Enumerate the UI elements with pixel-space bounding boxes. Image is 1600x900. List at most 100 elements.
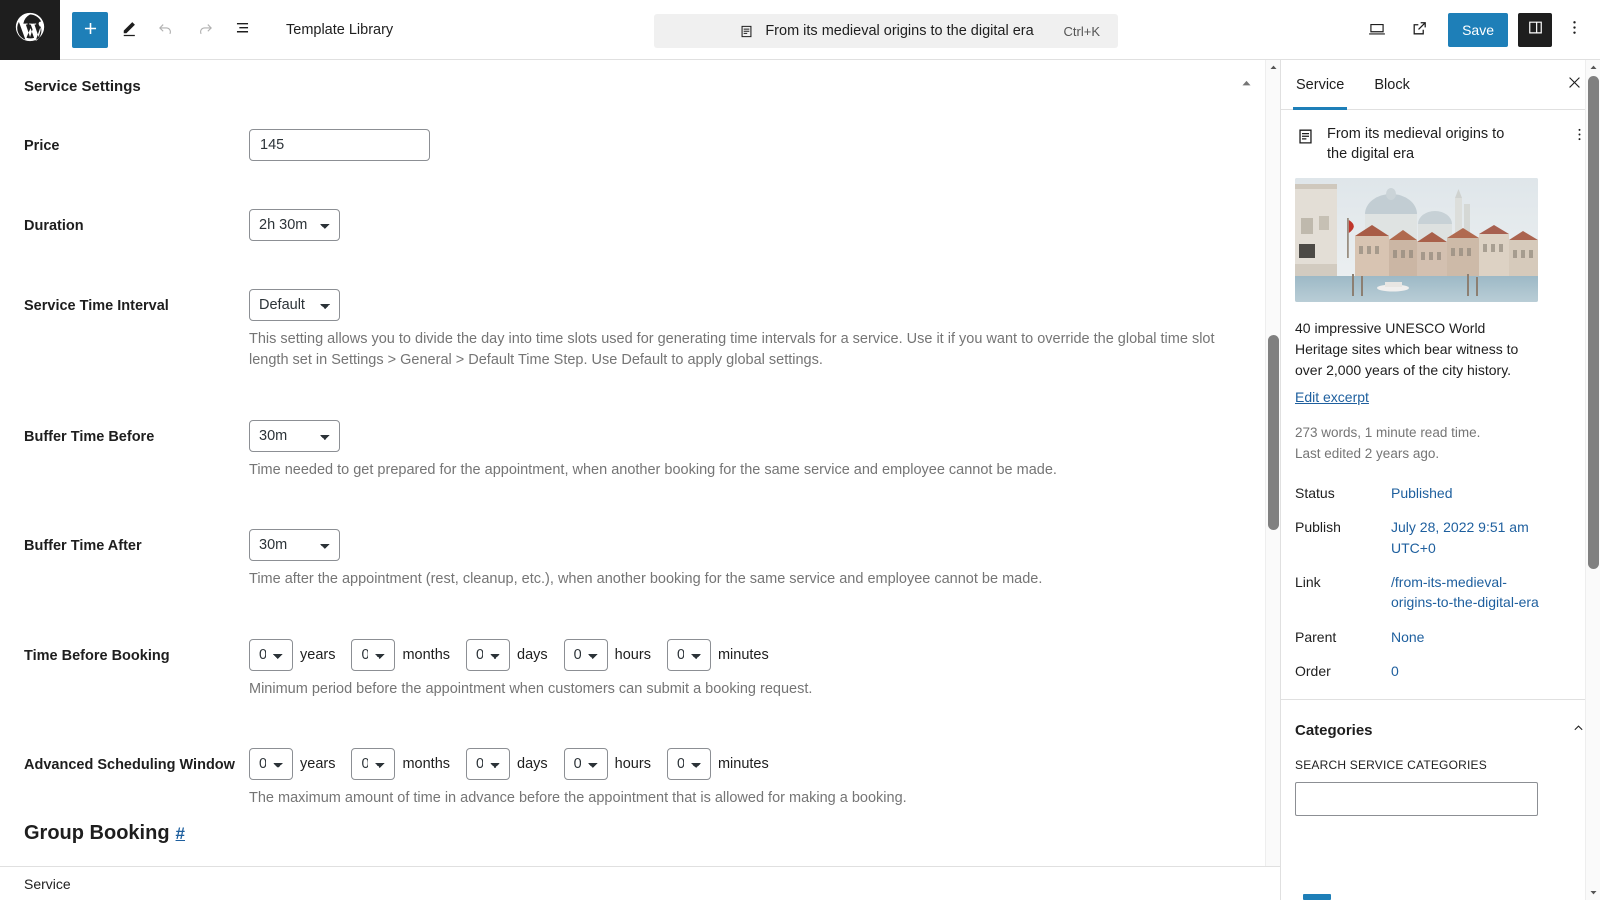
sidebar-tabs: Service Block (1281, 60, 1600, 110)
content-scrollbar[interactable] (1265, 60, 1280, 900)
top-toolbar: Template Library From its medieval origi… (0, 0, 1600, 60)
settings-sidebar-toggle[interactable] (1518, 13, 1552, 47)
redo-icon (195, 19, 214, 41)
time-before-booking-minutes-select[interactable]: 0 (666, 638, 711, 671)
plus-icon (81, 19, 100, 41)
field-duration: Duration 2h 30m (24, 209, 1240, 241)
wordpress-logo-button[interactable] (0, 0, 60, 60)
tab-service-label: Service (1296, 76, 1345, 93)
edit-excerpt-link[interactable]: Edit excerpt (1295, 389, 1369, 405)
time-before-booking-days-select[interactable]: 0 (466, 638, 511, 671)
field-label-service-time-interval: Service Time Interval (24, 298, 169, 314)
tab-block[interactable]: Block (1359, 60, 1424, 110)
categories-search-input[interactable] (1295, 782, 1538, 817)
time-before-booking-months-select[interactable]: 0 (351, 638, 396, 671)
buffer-time-after-select[interactable]: 30m (249, 529, 340, 562)
meta-label-status: Status (1295, 485, 1335, 502)
group-booking-anchor-link[interactable]: # (176, 824, 185, 844)
scroll-up-button[interactable] (1266, 60, 1280, 75)
undo-button[interactable] (148, 12, 184, 48)
meta-value-order[interactable]: 0 (1391, 661, 1541, 681)
chevron-up-icon[interactable] (1571, 720, 1586, 740)
field-label-duration: Duration (24, 218, 84, 234)
meta-row-order: Order 0 (1295, 661, 1586, 681)
preview-device-button[interactable] (1358, 11, 1396, 49)
redo-button[interactable] (186, 12, 222, 48)
categories-list-indicator (1303, 894, 1331, 900)
section-title: Service Settings (24, 78, 141, 95)
meta-row-status: Status Published (1295, 483, 1586, 503)
list-view-button[interactable] (224, 12, 260, 48)
advanced-scheduling-days-select[interactable]: 0 (466, 748, 511, 781)
field-label-advanced-scheduling-window: Advanced Scheduling Window (24, 757, 235, 774)
kebab-menu-icon (1565, 18, 1584, 42)
command-bar-text: From its medieval origins to the digital… (765, 23, 1034, 39)
meta-label-order: Order (1295, 662, 1331, 679)
status-bar-breadcrumb[interactable]: Service (24, 876, 71, 892)
field-label-buffer-time-before: Buffer Time Before (24, 428, 155, 445)
meta-value-status[interactable]: Published (1391, 483, 1541, 503)
field-label-buffer-time-after: Buffer Time After (24, 538, 142, 555)
group-booking-heading-text: Group Booking (24, 821, 170, 844)
unit-minutes: minutes (717, 646, 769, 663)
field-advanced-scheduling-window: Advanced Scheduling Window 0 years 0 mon… (24, 748, 1240, 809)
scrollbar-thumb[interactable] (1268, 335, 1279, 530)
unit-minutes: minutes (717, 756, 769, 773)
time-before-booking-hours-select[interactable]: 0 (563, 638, 608, 671)
unit-months: months (402, 646, 451, 663)
tab-block-label: Block (1374, 76, 1410, 93)
sidebar-scroll-down-button[interactable] (1586, 885, 1600, 900)
advanced-scheduling-hours-select[interactable]: 0 (563, 748, 608, 781)
unit-days: days (517, 646, 548, 663)
sidebar-scrollbar[interactable] (1585, 60, 1600, 900)
advanced-scheduling-years-select[interactable]: 0 (249, 748, 293, 781)
edit-tool-button[interactable] (110, 12, 146, 48)
sidebar-scrollbar-thumb[interactable] (1588, 76, 1599, 569)
sidebar-scroll-up-button[interactable] (1586, 60, 1600, 75)
duration-select[interactable]: 2h 30m (249, 209, 340, 241)
add-block-button[interactable] (72, 11, 108, 48)
close-icon (1566, 74, 1583, 96)
editor-content-area: Service Settings Price Duration 2h 30m (0, 60, 1281, 900)
price-input[interactable] (249, 129, 430, 161)
advanced-scheduling-minutes-select[interactable]: 0 (666, 748, 711, 781)
view-post-external-icon (1410, 19, 1429, 41)
help-buffer-time-before: Time needed to get prepared for the appo… (249, 461, 1057, 478)
view-post-button[interactable] (1400, 11, 1438, 49)
time-before-booking-years-select[interactable]: 0 (249, 638, 293, 671)
tab-service[interactable]: Service (1281, 60, 1359, 110)
group-booking-heading: Group Booking # (24, 822, 1240, 845)
section-collapse-button[interactable] (1241, 76, 1252, 94)
service-time-interval-select[interactable]: Default (249, 289, 340, 321)
buffer-time-before-select[interactable]: 30m (249, 419, 340, 452)
meta-value-publish[interactable]: July 28, 2022 9:51 am UTC+0 (1391, 517, 1541, 558)
field-service-time-interval: Service Time Interval Default This setti… (24, 289, 1240, 372)
command-bar-shortcut: Ctrl+K (1063, 23, 1100, 39)
meta-row-publish: Publish July 28, 2022 9:51 am UTC+0 (1295, 517, 1586, 558)
sidebar-document-header: From its medieval origins to the digital… (1281, 110, 1600, 164)
main-area: Service Settings Price Duration 2h 30m (0, 60, 1600, 900)
advanced-scheduling-months-select[interactable]: 0 (351, 748, 396, 781)
toolbar-right-tools: Save (1358, 0, 1592, 60)
field-buffer-time-after: Buffer Time After 30m Time after the app… (24, 529, 1240, 590)
meta-label-publish: Publish (1295, 519, 1341, 536)
desktop-preview-icon (1367, 19, 1387, 42)
service-settings-form: Service Settings Price Duration 2h 30m (0, 60, 1280, 870)
save-button[interactable]: Save (1448, 13, 1508, 47)
meta-label-parent: Parent (1295, 628, 1337, 645)
help-buffer-time-after: Time after the appointment (rest, cleanu… (249, 571, 1043, 588)
chevron-down-icon (1589, 884, 1598, 900)
editor-options-button[interactable] (1556, 11, 1592, 49)
help-service-time-interval: This setting allows you to divide the da… (249, 331, 1215, 369)
chevron-up-icon (1589, 60, 1598, 77)
featured-image-thumbnail[interactable] (1295, 178, 1538, 303)
meta-value-link[interactable]: /from-its-medieval-origins-to-the-digita… (1391, 572, 1541, 613)
meta-row-link: Link /from-its-medieval-origins-to-the-d… (1295, 572, 1586, 613)
settings-panel-icon (1526, 18, 1545, 42)
categories-panel-header[interactable]: Categories (1281, 700, 1600, 752)
time-before-booking-group: 0 years 0 months 0 days 0 hours 0 minute… (249, 638, 1240, 671)
meta-value-parent[interactable]: None (1391, 627, 1541, 647)
command-bar[interactable]: From its medieval origins to the digital… (654, 14, 1118, 48)
unit-hours: hours (614, 646, 651, 663)
help-advanced-scheduling-window: The maximum amount of time in advance be… (249, 790, 907, 807)
